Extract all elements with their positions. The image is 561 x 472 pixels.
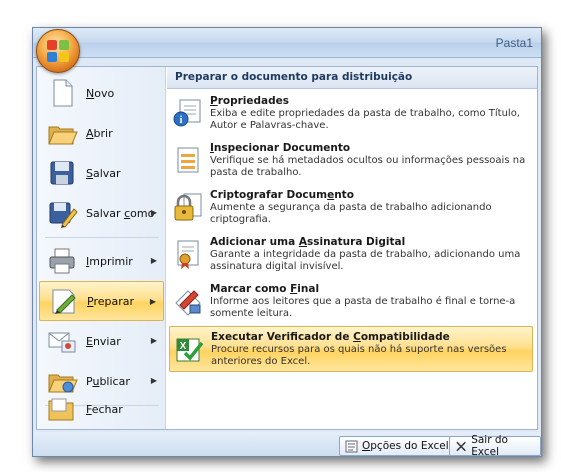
submenu-item-title: Propriedades [210, 95, 289, 107]
submenu-item-description: Informe aos leitores que a pasta de trab… [210, 296, 516, 319]
submenu-item-assinatura-digital[interactable]: Adicionar uma Assinatura Digital Garante… [169, 232, 533, 278]
menu-item-fechar[interactable]: Fechar [39, 389, 164, 429]
encrypt-lock-icon [174, 193, 202, 221]
menu-item-abrir[interactable]: Abrir [39, 113, 164, 153]
menu-item-label: Salvar [86, 166, 121, 180]
submenu-item-description: Verifique se há metadados ocultos ou inf… [210, 155, 526, 178]
menu-item-salvar[interactable]: Salvar [39, 153, 164, 193]
office-menu: Novo Abrir Salvar Salvar como ▶ Imprimir… [36, 66, 538, 430]
submenu-item-title: Marcar como Final [210, 283, 320, 295]
printer-icon [49, 248, 75, 274]
mark-final-icon [175, 290, 201, 316]
menu-item-novo[interactable]: Novo [39, 73, 164, 113]
svg-text:i: i [180, 115, 183, 126]
exit-x-icon [456, 441, 466, 451]
menu-item-label: Fechar [86, 402, 123, 416]
submenu-item-propriedades[interactable]: i Propriedades Exiba e edite propriedade… [169, 91, 533, 137]
excel-options-label: Opções do Excel [362, 440, 449, 452]
open-folder-icon [48, 126, 78, 145]
menu-item-label: Salvar como [86, 206, 155, 220]
menu-item-label: Imprimir [86, 254, 133, 268]
submenu-item-description: Aumente a segurança da pasta de trabalho… [210, 202, 492, 225]
submenu-item-criptografar[interactable]: Criptografar Documento Aumente a seguran… [169, 185, 533, 231]
title-bar: Pasta1 [33, 28, 541, 58]
submenu-item-description: Procure recursos para os quais não há su… [211, 344, 507, 367]
digital-signature-icon [177, 240, 199, 269]
submenu-item-inspecionar[interactable]: Inspecionar Documento Verifique se há me… [169, 138, 533, 184]
submenu-arrow-icon: ▶ [150, 256, 157, 265]
excel-window: Pasta1 Novo Abrir Salvar Salvar como ▶ I… [32, 27, 542, 457]
save-disk-icon [50, 161, 74, 185]
submenu-item-verificador-compatibilidade[interactable]: X Executar Verificador de Compatibilidad… [169, 326, 533, 372]
close-folder-icon [48, 398, 74, 421]
exit-excel-button[interactable]: Sair do Excel [449, 434, 541, 457]
menu-item-label: Publicar [86, 374, 130, 388]
submenu-arrow-icon: ▶ [150, 376, 157, 385]
office-menu-commands: Novo Abrir Salvar Salvar como ▶ Imprimir… [37, 67, 166, 429]
send-mail-icon [48, 332, 76, 353]
menu-item-enviar[interactable]: Enviar ▶ [39, 321, 164, 361]
menu-item-salvar-como[interactable]: Salvar como ▶ [39, 193, 164, 233]
submenu-arrow-icon: ▶ [149, 297, 156, 306]
compatibility-checker-icon: X [176, 338, 204, 362]
window-title: Pasta1 [495, 36, 533, 50]
excel-options-button[interactable]: Opções do Excel [339, 436, 455, 456]
office-menu-footer: Opções do Excel Sair do Excel [33, 432, 541, 457]
menu-item-label: Preparar [87, 294, 135, 308]
submenu-item-title: Criptografar Documento [210, 189, 354, 201]
submenu-header: Preparar o documento para distribuição [167, 67, 537, 89]
office-button[interactable] [36, 29, 80, 73]
menu-item-label: Enviar [86, 334, 121, 348]
menu-item-preparar[interactable]: Preparar ▶ [39, 281, 164, 321]
menu-item-label: Abrir [86, 126, 113, 140]
submenu-item-marcar-final[interactable]: Marcar como Final Informe aos leitores q… [169, 279, 533, 325]
submenu-item-description: Exiba e edite propriedades da pasta de t… [210, 108, 520, 131]
save-as-icon [49, 202, 78, 228]
prepare-pen-icon [52, 289, 76, 314]
menu-item-imprimir[interactable]: Imprimir ▶ [39, 241, 164, 281]
menu-item-label: Novo [86, 86, 115, 100]
options-icon [345, 440, 358, 452]
exit-excel-label: Sair do Excel [471, 434, 508, 457]
office-logo-icon [47, 40, 71, 64]
submenu-arrow-icon: ▶ [150, 336, 157, 345]
svg-text:X: X [180, 341, 187, 352]
inspect-document-icon [177, 147, 199, 173]
submenu-item-description: Garante a integridade da pasta de trabal… [210, 249, 521, 272]
properties-icon: i [173, 99, 201, 127]
new-document-icon [53, 79, 73, 107]
menu-separator [45, 237, 159, 238]
submenu-item-title: Adicionar uma Assinatura Digital [210, 236, 406, 248]
submenu-item-title: Executar Verificador de Compatibilidade [211, 331, 450, 343]
submenu-item-title: Inspecionar Documento [210, 142, 351, 154]
prepare-submenu: Preparar o documento para distribuição i… [167, 67, 537, 429]
submenu-arrow-icon: ▶ [150, 208, 157, 217]
